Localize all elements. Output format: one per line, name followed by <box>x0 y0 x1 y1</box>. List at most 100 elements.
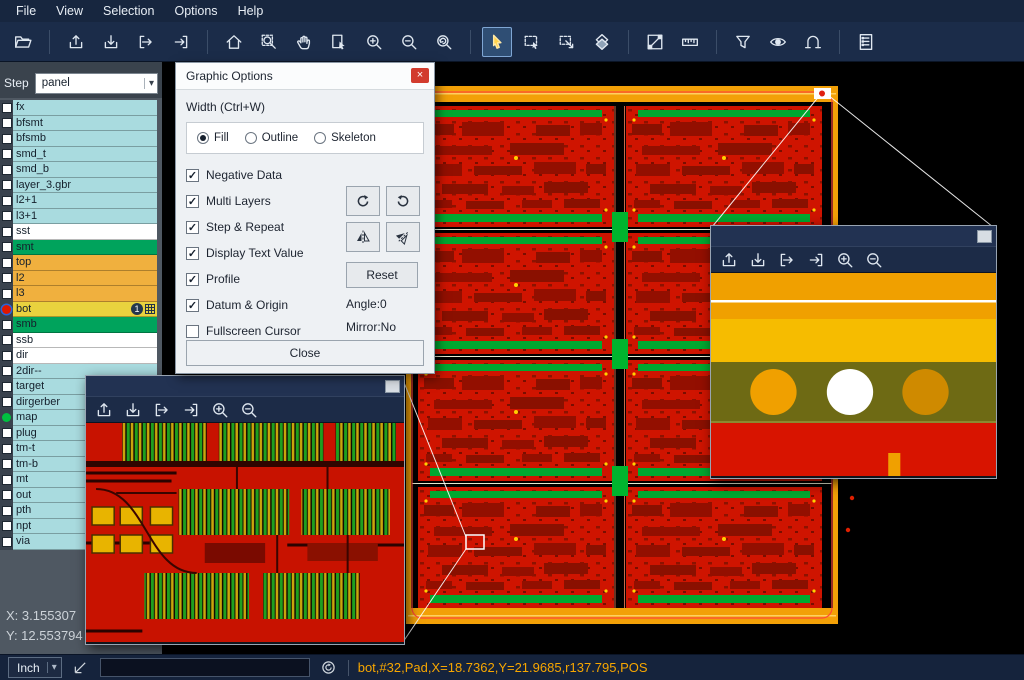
checkbox-display-text-value[interactable]: ✓Display Text Value <box>186 240 344 266</box>
checkbox-datum-origin[interactable]: ✓Datum & Origin <box>186 292 344 318</box>
pan-icon[interactable] <box>289 27 319 57</box>
overlay-icon[interactable] <box>587 27 617 57</box>
zoom-out-icon[interactable] <box>864 250 884 270</box>
layer-color-bar[interactable]: smb <box>13 317 157 333</box>
minimize-button[interactable] <box>977 230 992 243</box>
layer-color-bar[interactable]: ssb <box>13 333 157 349</box>
layer-row-smd-b[interactable]: smd_b <box>0 162 162 178</box>
layer-color-bar[interactable]: smd_b <box>13 162 157 178</box>
export-icon[interactable] <box>96 27 126 57</box>
layer-visibility-checkbox[interactable] <box>0 457 13 473</box>
layer-color-bar[interactable]: fx <box>13 100 157 116</box>
load-in-icon[interactable] <box>152 400 172 420</box>
layer-visibility-checkbox[interactable] <box>0 286 13 302</box>
layer-visibility-checkbox[interactable] <box>0 271 13 287</box>
menu-item-file[interactable]: File <box>6 1 46 21</box>
checkbox-multi-layers[interactable]: ✓Multi Layers <box>186 188 344 214</box>
layer-visibility-checkbox[interactable] <box>0 441 13 457</box>
command-input[interactable] <box>100 658 310 677</box>
step-select[interactable]: panel ▾ <box>35 73 158 94</box>
menu-item-options[interactable]: Options <box>164 1 227 21</box>
rotate-ccw-button[interactable] <box>386 186 420 216</box>
ruler-icon[interactable] <box>675 27 705 57</box>
layer-visibility-checkbox[interactable] <box>0 240 13 256</box>
layer-row-l2[interactable]: l2 <box>0 271 162 287</box>
layer-row-dir[interactable]: dir <box>0 348 162 364</box>
layer-marker-red[interactable] <box>0 302 13 318</box>
layer-visibility-checkbox[interactable] <box>0 472 13 488</box>
layer-row-layer-3-gbr[interactable]: layer_3.gbr <box>0 178 162 194</box>
report-icon[interactable] <box>851 27 881 57</box>
reset-button[interactable]: Reset <box>346 262 418 288</box>
layer-visibility-checkbox[interactable] <box>0 100 13 116</box>
layer-visibility-checkbox[interactable] <box>0 178 13 194</box>
radio-skeleton[interactable]: Skeleton <box>314 132 376 144</box>
popup-canvas[interactable] <box>86 423 404 642</box>
zoom-in-icon[interactable] <box>359 27 389 57</box>
popup-titlebar[interactable] <box>86 376 404 396</box>
layer-visibility-checkbox[interactable] <box>0 519 13 535</box>
layer-visibility-checkbox[interactable] <box>0 426 13 442</box>
layer-color-bar[interactable]: l2+1 <box>13 193 157 209</box>
layer-visibility-checkbox[interactable] <box>0 193 13 209</box>
import-icon[interactable] <box>61 27 91 57</box>
snap-icon[interactable] <box>798 27 828 57</box>
checkbox-negative-data[interactable]: ✓Negative Data <box>186 162 344 188</box>
layer-color-bar[interactable]: bfsmb <box>13 131 157 147</box>
mirror-diagonal-button[interactable] <box>386 222 420 252</box>
home-icon[interactable] <box>219 27 249 57</box>
unit-select[interactable]: Inch ▾ <box>8 657 62 678</box>
radio-outline[interactable]: Outline <box>245 132 298 144</box>
select-transform-icon[interactable] <box>552 27 582 57</box>
layer-visibility-checkbox[interactable] <box>0 364 13 380</box>
layer-row-bfsmt[interactable]: bfsmt <box>0 116 162 132</box>
export-icon[interactable] <box>748 250 768 270</box>
layer-color-bar[interactable]: l2 <box>13 271 157 287</box>
checkbox-step-repeat[interactable]: ✓Step & Repeat <box>186 214 344 240</box>
select-window-icon[interactable] <box>517 27 547 57</box>
radio-fill[interactable]: Fill <box>197 132 229 144</box>
layer-visibility-checkbox[interactable] <box>0 534 13 550</box>
layer-color-bar[interactable]: smd_t <box>13 147 157 163</box>
layer-visibility-checkbox[interactable] <box>0 379 13 395</box>
layer-row-bot[interactable]: bot1 <box>0 302 162 318</box>
layer-row-smd-t[interactable]: smd_t <box>0 147 162 163</box>
layer-visibility-checkbox[interactable] <box>0 162 13 178</box>
layer-color-bar[interactable]: l3+1 <box>13 209 157 225</box>
load-in-icon[interactable] <box>777 250 797 270</box>
menu-item-help[interactable]: Help <box>228 1 274 21</box>
filter-icon[interactable] <box>728 27 758 57</box>
layer-row-l3[interactable]: l3 <box>0 286 162 302</box>
popup-canvas[interactable] <box>711 273 996 476</box>
zoom-previous-icon[interactable] <box>429 27 459 57</box>
layer-visibility-checkbox[interactable] <box>0 333 13 349</box>
layer-visibility-checkbox[interactable] <box>0 348 13 364</box>
zoom-out-icon[interactable] <box>394 27 424 57</box>
dialog-titlebar[interactable]: Graphic Options × <box>176 63 434 90</box>
load-in-icon[interactable] <box>131 27 161 57</box>
view-select-icon[interactable] <box>324 27 354 57</box>
layer-row-ssb[interactable]: ssb <box>0 333 162 349</box>
zoom-out-icon[interactable] <box>239 400 259 420</box>
zoom-popup-bottom[interactable] <box>85 375 405 645</box>
save-out-icon[interactable] <box>181 400 201 420</box>
minimize-button[interactable] <box>385 380 400 393</box>
layer-visibility-checkbox[interactable] <box>0 395 13 411</box>
layer-row-sst[interactable]: sst <box>0 224 162 240</box>
layer-visibility-checkbox[interactable] <box>0 147 13 163</box>
layer-marker-green[interactable] <box>0 410 13 426</box>
layer-visibility-checkbox[interactable] <box>0 503 13 519</box>
layer-row-l2-1[interactable]: l2+1 <box>0 193 162 209</box>
pointer-icon[interactable] <box>482 27 512 57</box>
zoom-in-icon[interactable] <box>835 250 855 270</box>
layer-color-bar[interactable]: smt <box>13 240 157 256</box>
checkbox-profile[interactable]: ✓Profile <box>186 266 344 292</box>
menu-item-selection[interactable]: Selection <box>93 1 164 21</box>
layer-visibility-checkbox[interactable] <box>0 317 13 333</box>
import-icon[interactable] <box>719 250 739 270</box>
layer-visibility-checkbox[interactable] <box>0 488 13 504</box>
layer-visibility-checkbox[interactable] <box>0 131 13 147</box>
layer-row-l3-1[interactable]: l3+1 <box>0 209 162 225</box>
layer-visibility-checkbox[interactable] <box>0 255 13 271</box>
export-icon[interactable] <box>123 400 143 420</box>
